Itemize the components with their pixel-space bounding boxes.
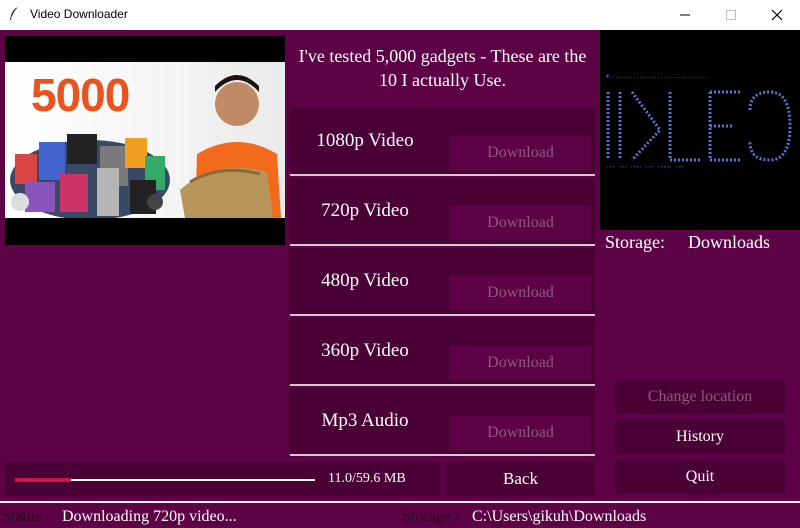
storage-path-label: Storage : [402, 508, 460, 525]
maximize-icon [726, 10, 736, 20]
quit-button[interactable]: Quit [615, 460, 785, 494]
status-bar: Status : Downloading 720p video... Stora… [0, 503, 800, 528]
format-row-480p: 480p Video Download [290, 248, 595, 316]
history-button[interactable]: History [615, 420, 785, 454]
ascii-logo-art: #................................. '"' '… [606, 74, 792, 172]
formats-panel: 1080p Video Download 720p Video Download… [290, 108, 595, 458]
title-bar: Video Downloader [0, 0, 800, 30]
download-360p-button[interactable]: Download [450, 346, 591, 380]
download-mp3-button[interactable]: Download [450, 416, 591, 450]
format-label: 360p Video [321, 340, 409, 361]
minimize-icon [680, 14, 690, 16]
format-row-360p: 360p Video Download [290, 318, 595, 386]
storage-path: C:\Users\gikuh\Downloads [472, 508, 647, 525]
format-row-1080p: 1080p Video Download [290, 108, 595, 176]
download-progress-area: 11.0/59.6 MB [5, 462, 440, 496]
thumbnail-frame: 5000 [5, 36, 285, 245]
maximize-button[interactable] [708, 0, 754, 30]
status-text: Downloading 720p video... [62, 508, 237, 525]
status-label: Status : [2, 508, 50, 525]
window-title: Video Downloader [30, 7, 128, 21]
storage-label: Storage: [605, 232, 665, 252]
svg-text:#.............................: #................................. [606, 74, 708, 80]
progress-size-text: 11.0/59.6 MB [328, 471, 406, 486]
storage-value: Downloads [688, 232, 770, 252]
format-row-720p: 720p Video Download [290, 178, 595, 246]
format-label: Mp3 Audio [321, 410, 409, 431]
thumbnail-overlay-text: 5000 [31, 69, 130, 121]
change-location-button[interactable]: Change location [615, 380, 785, 414]
back-button[interactable]: Back [446, 462, 595, 496]
format-row-mp3: Mp3 Audio Download [290, 388, 595, 456]
progress-bar-fill [15, 478, 71, 482]
download-480p-button[interactable]: Download [450, 276, 591, 310]
ascii-logo-panel: #................................. '"' '… [600, 30, 800, 230]
app-feather-icon [10, 6, 19, 20]
video-thumbnail: 5000 [5, 62, 285, 218]
app-window: 5000 I've tested 5,000 gadgets - These a… [0, 30, 800, 528]
download-1080p-button[interactable]: Download [450, 136, 591, 170]
format-label: 480p Video [321, 270, 409, 291]
format-label: 720p Video [321, 200, 409, 221]
format-label: 1080p Video [316, 130, 414, 151]
close-icon [771, 9, 783, 21]
video-title: I've tested 5,000 gadgets - These are th… [298, 46, 587, 90]
progress-bar [15, 478, 315, 482]
svg-text:'"' '"' '""' '"' '"""' ': '"' '"' '""' '"' '"""' '"' [606, 166, 684, 172]
minimize-button[interactable] [662, 0, 708, 30]
download-720p-button[interactable]: Download [450, 206, 591, 240]
close-button[interactable] [754, 0, 800, 30]
